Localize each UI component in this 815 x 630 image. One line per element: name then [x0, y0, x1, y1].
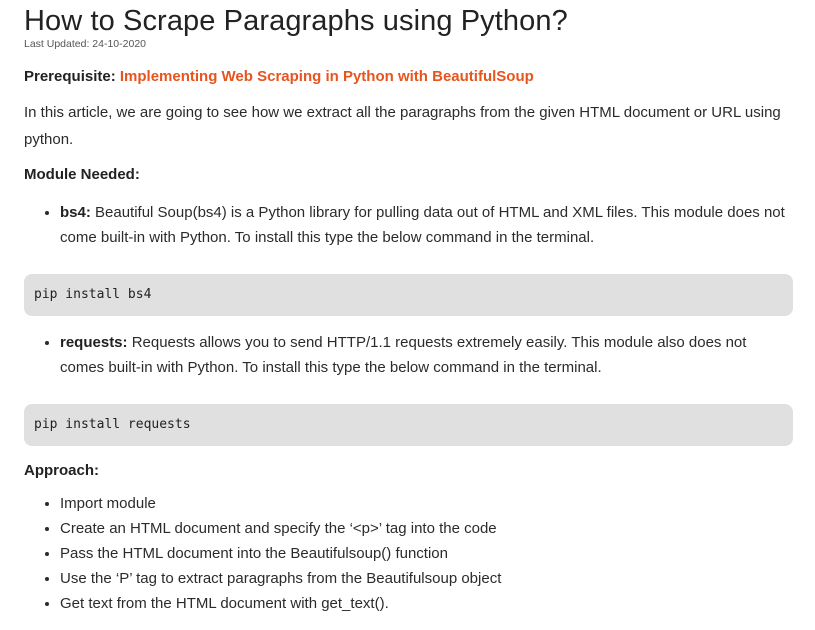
module-name: requests:	[60, 334, 128, 351]
list-item: Use the ‘P’ tag to extract paragraphs fr…	[60, 566, 793, 591]
prerequisite: Prerequisite: Implementing Web Scraping …	[24, 65, 793, 89]
module-list-requests: requests: Requests allows you to send HT…	[24, 330, 793, 380]
last-updated: Last Updated: 24-10-2020	[24, 38, 147, 50]
list-item: Create an HTML document and specify the …	[60, 516, 793, 541]
list-item: Import module	[60, 491, 793, 516]
article-title: How to Scrape Paragraphs using Python?	[24, 5, 568, 37]
prerequisite-label: Prerequisite:	[24, 68, 120, 85]
code-block[interactable]: pip install bs4	[24, 274, 793, 316]
article-page: How to Scrape Paragraphs using Python? L…	[0, 0, 815, 616]
intro-paragraph: In this article, we are going to see how…	[24, 104, 781, 148]
approach-list: Import module Create an HTML document an…	[24, 491, 793, 616]
module-name: bs4:	[60, 204, 91, 221]
list-item: Pass the HTML document into the Beautifu…	[60, 541, 793, 566]
module-description: Beautiful Soup(bs4) is a Python library …	[60, 204, 785, 246]
list-item: Get text from the HTML document with get…	[60, 591, 793, 616]
code-block[interactable]: pip install requests	[24, 404, 793, 446]
module-description: Requests allows you to send HTTP/1.1 req…	[60, 334, 747, 376]
approach-heading: Approach:	[24, 462, 99, 479]
list-item: bs4: Beautiful Soup(bs4) is a Python lib…	[60, 200, 793, 250]
prerequisite-link[interactable]: Implementing Web Scraping in Python with…	[120, 68, 534, 85]
module-list-bs4: bs4: Beautiful Soup(bs4) is a Python lib…	[24, 200, 793, 250]
list-item: requests: Requests allows you to send HT…	[60, 330, 793, 380]
module-heading: Module Needed:	[24, 166, 140, 183]
